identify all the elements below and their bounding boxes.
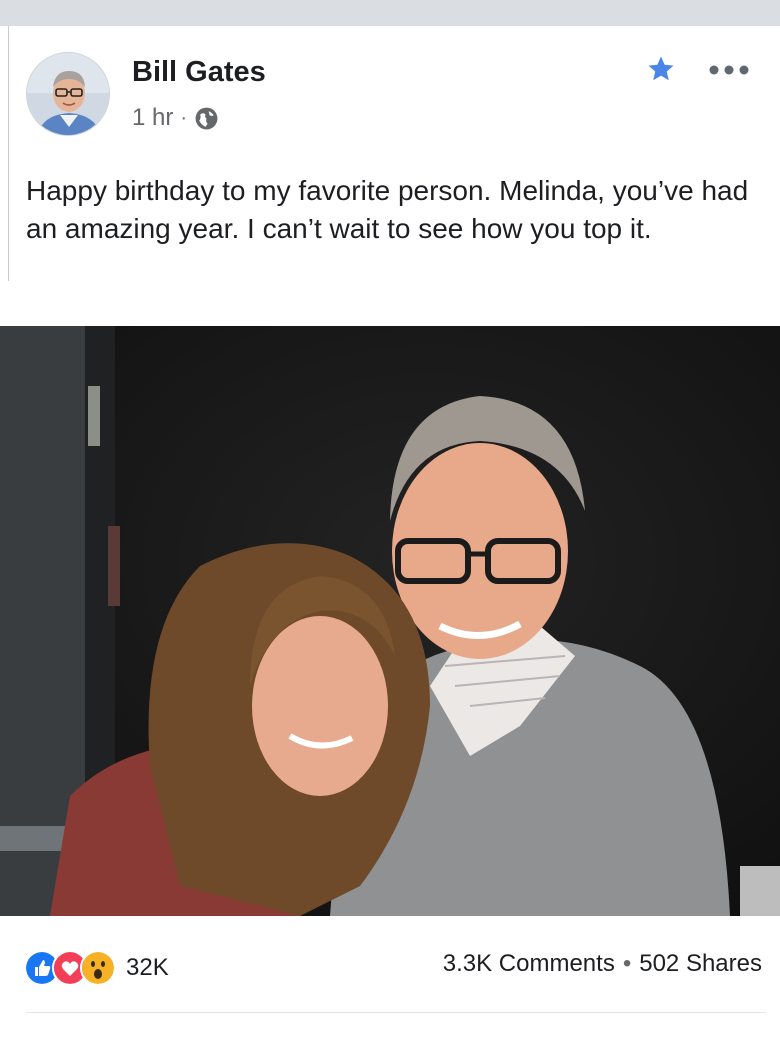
- more-options-icon[interactable]: [708, 64, 750, 76]
- post-time[interactable]: 1 hr: [132, 104, 173, 132]
- star-icon[interactable]: [646, 54, 676, 84]
- globe-icon[interactable]: [194, 106, 219, 131]
- reaction-count: 32K: [126, 954, 169, 981]
- facebook-post-screen: Bill Gates 1 hr · Happy birthday to my f…: [0, 0, 780, 1040]
- comments-count[interactable]: 3.3K Comments: [443, 950, 615, 978]
- post-caption: Happy birthday to my favorite person. Me…: [26, 175, 749, 244]
- post-meta: 1 hr ·: [132, 104, 219, 132]
- footer-divider: [26, 1012, 766, 1013]
- top-strip: [0, 0, 780, 26]
- shares-count[interactable]: 502 Shares: [639, 950, 762, 978]
- post-card: Bill Gates 1 hr · Happy birthday to my f…: [0, 26, 780, 1040]
- post-photo[interactable]: [0, 326, 780, 916]
- author-avatar[interactable]: [26, 52, 110, 136]
- engagement-stats: 3.3K Comments • 502 Shares: [443, 950, 762, 978]
- reactions-summary[interactable]: 32K: [24, 948, 169, 988]
- edge-divider: [8, 26, 9, 281]
- author-name[interactable]: Bill Gates: [132, 56, 266, 89]
- stats-separator: •: [622, 950, 632, 977]
- meta-separator: ·: [180, 106, 188, 129]
- wow-icon: [80, 950, 116, 986]
